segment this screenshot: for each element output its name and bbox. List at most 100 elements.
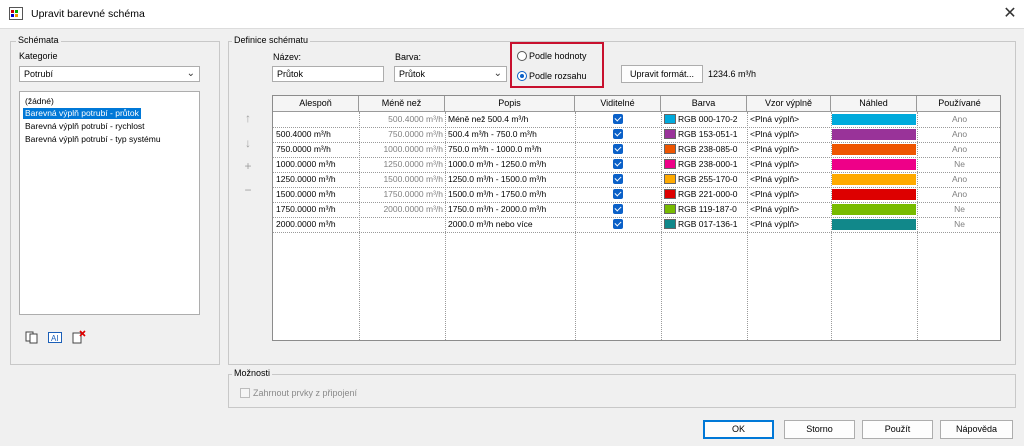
radio-by-range[interactable] xyxy=(517,71,527,81)
cell-color-text[interactable]: RGB 000-170-2 xyxy=(678,112,746,126)
cell-in-use: Ano xyxy=(951,144,968,154)
visible-checkbox[interactable] xyxy=(613,189,623,199)
visible-checkbox[interactable] xyxy=(613,204,623,214)
cell-color-text[interactable]: RGB 153-051-1 xyxy=(678,127,746,141)
col-header-fill-pattern[interactable]: Vzor výplně xyxy=(747,96,831,112)
visible-checkbox[interactable] xyxy=(613,159,623,169)
color-swatch[interactable] xyxy=(664,159,676,169)
name-field[interactable]: Průtok xyxy=(272,66,384,82)
cancel-button[interactable]: Storno xyxy=(784,420,855,439)
col-header-caption[interactable]: Popis xyxy=(445,96,575,112)
cell-at-least[interactable]: 2000.0000 m³/h xyxy=(276,217,358,231)
cell-less-than[interactable]: 2000.0000 m³/h xyxy=(361,202,443,216)
category-select[interactable]: Potrubí ⌄ xyxy=(19,66,200,82)
apply-button[interactable]: Použít xyxy=(862,420,933,439)
ok-button[interactable]: OK xyxy=(703,420,774,439)
col-header-visible[interactable]: Viditelné xyxy=(575,96,661,112)
cell-at-least[interactable]: 1500.0000 m³/h xyxy=(276,187,358,201)
cell-color-text[interactable]: RGB 119-187-0 xyxy=(678,202,746,216)
scheme-item-velocity[interactable]: Barevná výplň potrubí - rychlost xyxy=(23,121,147,132)
cell-fill-pattern[interactable]: <Plná výplň> xyxy=(750,202,830,216)
help-button[interactable]: Nápověda xyxy=(940,420,1013,439)
color-swatch[interactable] xyxy=(664,189,676,199)
col-header-at-least[interactable]: Alespoň xyxy=(273,96,359,112)
move-row-down-icon[interactable]: ↓ xyxy=(241,137,255,149)
cell-less-than[interactable]: 1750.0000 m³/h xyxy=(361,187,443,201)
color-swatch[interactable] xyxy=(664,174,676,184)
cell-caption[interactable]: 750.0 m³/h - 1000.0 m³/h xyxy=(448,142,573,156)
include-links-checkbox[interactable] xyxy=(240,388,250,398)
add-row-icon[interactable]: + xyxy=(241,160,255,172)
cell-less-than[interactable]: 1500.0000 m³/h xyxy=(361,172,443,186)
cell-color-text[interactable]: RGB 221-000-0 xyxy=(678,187,746,201)
cell-at-least[interactable]: 1750.0000 m³/h xyxy=(276,202,358,216)
preview-swatch xyxy=(832,189,916,200)
cell-caption[interactable]: Méně než 500.4 m³/h xyxy=(448,112,573,126)
color-swatch[interactable] xyxy=(664,129,676,139)
radio-by-value[interactable] xyxy=(517,51,527,61)
scheme-item-system-type[interactable]: Barevná výplň potrubí - typ systému xyxy=(23,134,163,145)
cell-less-than[interactable]: 1250.0000 m³/h xyxy=(361,157,443,171)
cell-at-least[interactable]: 500.4000 m³/h xyxy=(276,127,358,141)
col-divider xyxy=(747,112,748,340)
cell-at-least[interactable]: 1250.0000 m³/h xyxy=(276,172,358,186)
radio-by-range-label[interactable]: Podle rozsahu xyxy=(529,71,587,81)
visible-checkbox[interactable] xyxy=(613,174,623,184)
cell-fill-pattern[interactable]: <Plná výplň> xyxy=(750,172,830,186)
cell-caption[interactable]: 1750.0 m³/h - 2000.0 m³/h xyxy=(448,202,573,216)
color-swatch[interactable] xyxy=(664,204,676,214)
cell-at-least[interactable]: 750.0000 m³/h xyxy=(276,142,358,156)
visible-checkbox[interactable] xyxy=(613,114,623,124)
cell-less-than[interactable]: 1000.0000 m³/h xyxy=(361,142,443,156)
col-divider xyxy=(445,112,446,340)
cell-less-than[interactable]: 500.4000 m³/h xyxy=(361,112,443,126)
cell-caption[interactable]: 1250.0 m³/h - 1500.0 m³/h xyxy=(448,172,573,186)
scheme-item-flow[interactable]: Barevná výplň potrubí - průtok xyxy=(23,108,141,119)
scheme-item-none[interactable]: (žádné) xyxy=(23,96,56,107)
cell-color-text[interactable]: RGB 238-000-1 xyxy=(678,157,746,171)
duplicate-scheme-icon[interactable] xyxy=(25,331,39,344)
cell-fill-pattern[interactable]: <Plná výplň> xyxy=(750,112,830,126)
col-header-less-than[interactable]: Méně než xyxy=(359,96,445,112)
cell-at-least[interactable] xyxy=(276,112,358,126)
color-swatch[interactable] xyxy=(664,114,676,124)
cell-color-text[interactable]: RGB 238-085-0 xyxy=(678,142,746,156)
color-parameter-select[interactable]: Průtok ⌄ xyxy=(394,66,507,82)
scheme-table[interactable]: Alespoň Méně než Popis Viditelné Barva V… xyxy=(272,95,1001,341)
row-divider xyxy=(273,232,1000,233)
radio-by-value-label[interactable]: Podle hodnoty xyxy=(529,51,587,61)
options-legend: Možnosti xyxy=(232,368,273,378)
col-header-color[interactable]: Barva xyxy=(661,96,747,112)
color-swatch[interactable] xyxy=(664,219,676,229)
cell-at-least[interactable]: 1000.0000 m³/h xyxy=(276,157,358,171)
cell-caption[interactable]: 1000.0 m³/h - 1250.0 m³/h xyxy=(448,157,573,171)
cell-less-than[interactable] xyxy=(361,217,443,231)
visible-checkbox[interactable] xyxy=(613,144,623,154)
cell-fill-pattern[interactable]: <Plná výplň> xyxy=(750,142,830,156)
cell-in-use: Ano xyxy=(951,129,968,139)
cell-caption[interactable]: 2000.0 m³/h nebo více xyxy=(448,217,573,231)
cell-less-than[interactable]: 750.0000 m³/h xyxy=(361,127,443,141)
col-header-preview[interactable]: Náhled xyxy=(831,96,917,112)
close-icon[interactable]: ✕ xyxy=(1000,4,1020,24)
cell-fill-pattern[interactable]: <Plná výplň> xyxy=(750,157,830,171)
edit-format-button[interactable]: Upravit formát... xyxy=(621,65,703,83)
scheme-list[interactable]: (žádné) Barevná výplň potrubí - průtok B… xyxy=(19,91,200,315)
color-swatch[interactable] xyxy=(664,144,676,154)
visible-checkbox[interactable] xyxy=(613,129,623,139)
preview-swatch xyxy=(832,204,916,215)
cell-color-text[interactable]: RGB 017-136-1 xyxy=(678,217,746,231)
rename-scheme-icon[interactable]: AI xyxy=(48,331,63,344)
delete-scheme-icon[interactable] xyxy=(72,330,86,344)
remove-row-icon[interactable]: − xyxy=(241,184,255,196)
visible-checkbox[interactable] xyxy=(613,219,623,229)
preview-swatch xyxy=(832,159,916,170)
col-header-in-use[interactable]: Používané xyxy=(917,96,1000,112)
move-row-up-icon[interactable]: ↑ xyxy=(241,112,255,124)
cell-fill-pattern[interactable]: <Plná výplň> xyxy=(750,127,830,141)
cell-caption[interactable]: 1500.0 m³/h - 1750.0 m³/h xyxy=(448,187,573,201)
cell-fill-pattern[interactable]: <Plná výplň> xyxy=(750,217,830,231)
cell-color-text[interactable]: RGB 255-170-0 xyxy=(678,172,746,186)
cell-fill-pattern[interactable]: <Plná výplň> xyxy=(750,187,830,201)
cell-caption[interactable]: 500.4 m³/h - 750.0 m³/h xyxy=(448,127,573,141)
